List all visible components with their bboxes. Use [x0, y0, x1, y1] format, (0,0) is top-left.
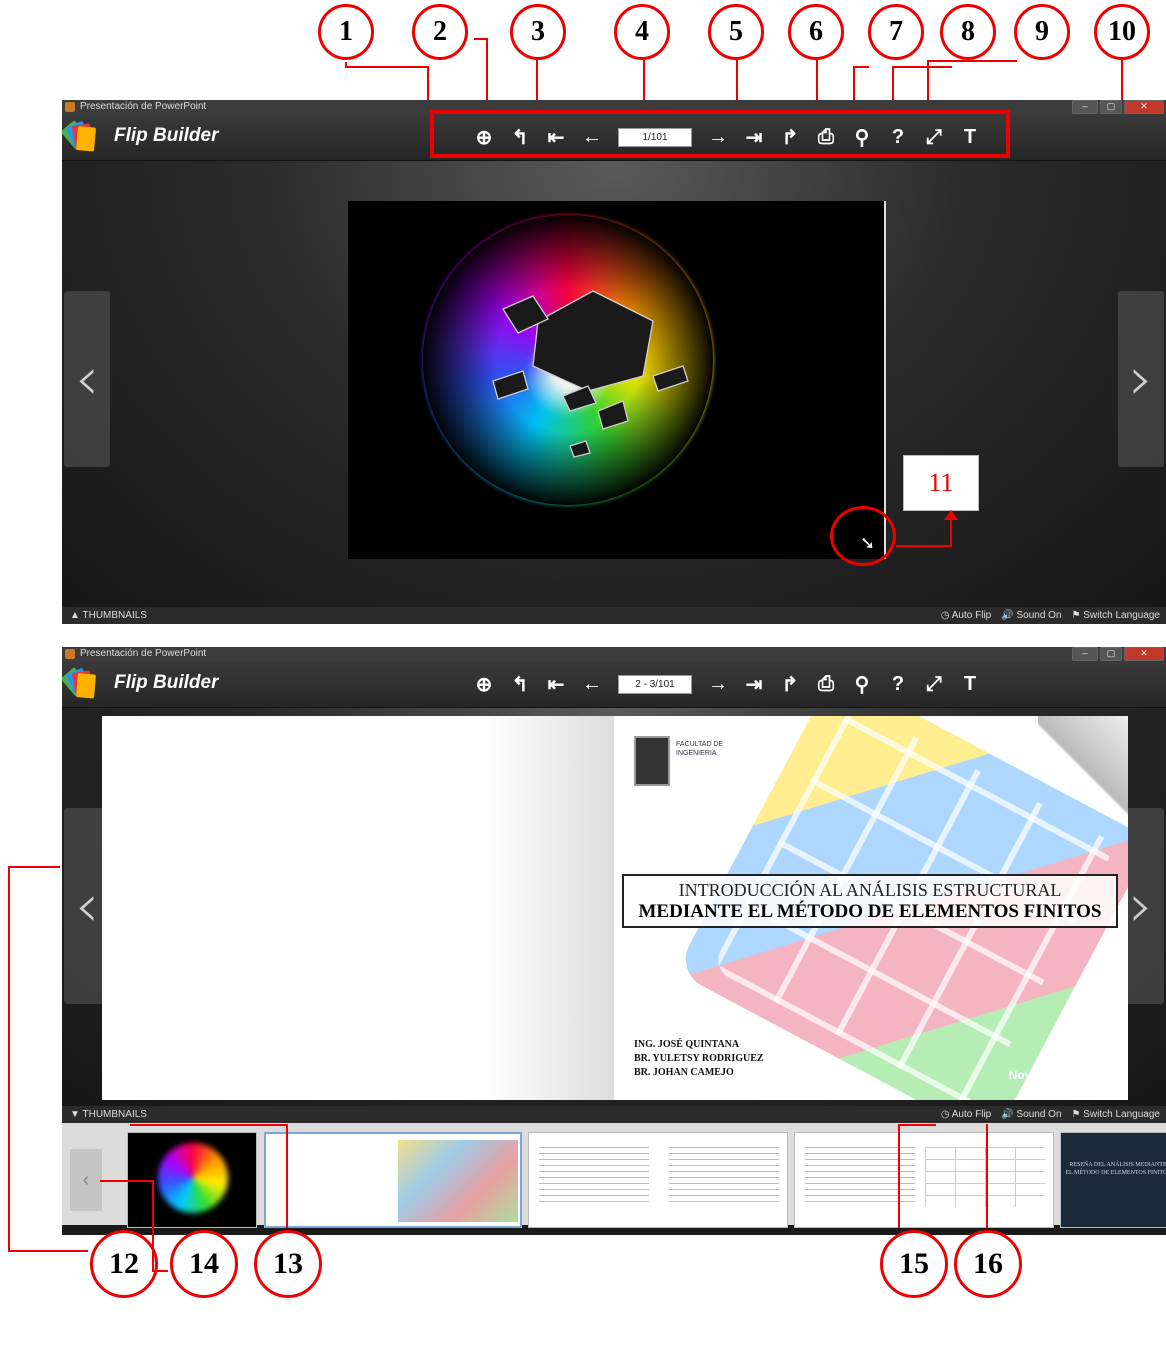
callout-4: 4: [614, 4, 670, 60]
thumbnails-label: THUMBNAILS: [82, 610, 147, 621]
auto-flip-label-2: Auto Flip: [951, 1109, 992, 1120]
auto-flip-label: Auto Flip: [951, 610, 992, 621]
cubes-graphic: [492, 290, 689, 458]
previous-page-icon-2[interactable]: ←: [574, 670, 610, 698]
toolbar-highlight-box: [430, 110, 1010, 158]
callout-9: 9: [1014, 4, 1070, 60]
thumbnail-page-6-7[interactable]: [794, 1132, 1054, 1228]
flip-builder-logo: Flip Builder: [62, 120, 219, 152]
author-3: BR. JOHAN CAMEJO: [634, 1067, 734, 1078]
right-page[interactable]: FACULTAD DE INGENIERIA INTRODUCCIÓN AL A…: [614, 716, 1128, 1100]
callout-10: 10: [1094, 4, 1150, 60]
date-label: Noviembre, 2016: [1008, 1068, 1104, 1082]
callout-5: 5: [708, 4, 764, 60]
bottom-bar: ▲ THUMBNAILS ◷ Auto Flip 🔊 Sound On ⚑ Sw…: [62, 607, 1166, 624]
university-seal: [634, 736, 670, 786]
page-number-input-2[interactable]: 2 - 3/101: [618, 674, 692, 694]
book-title-line-1: INTRODUCCIÓN AL ANÁLISIS ESTRUCTURAL: [678, 880, 1062, 900]
thumbnails-toggle-2[interactable]: ▼ THUMBNAILS: [70, 1106, 147, 1123]
sound-button[interactable]: 🔊 Sound On: [1001, 607, 1061, 624]
next-arrow-button[interactable]: ›: [1118, 291, 1164, 467]
cover-page[interactable]: [348, 201, 886, 559]
author-1: ING. JOSÉ QUINTANA: [634, 1039, 740, 1050]
last-page-icon-2[interactable]: ⇥: [736, 670, 772, 698]
book-stage: ‹ ›: [62, 161, 1166, 607]
thumbnails-label-2: THUMBNAILS: [82, 1109, 147, 1120]
maximize-button[interactable]: ▢: [1100, 100, 1122, 114]
author-2: BR. YULETSY RODRIGUEZ: [634, 1053, 764, 1064]
callout-1: 1: [318, 4, 374, 60]
flipbook-window-bottom: Presentación de PowerPoint – ▢ ✕ Flip Bu…: [62, 647, 1166, 1235]
next-page-icon-2[interactable]: →: [700, 670, 736, 698]
flip-builder-logo-2: Flip Builder: [62, 667, 219, 699]
switch-language-label: Switch Language: [1083, 610, 1160, 621]
window-title-2: Presentación de PowerPoint: [80, 648, 207, 659]
thumbnail-last-title: RESEÑA DEL ANÁLISIS MEDIANTE EL MÉTODO D…: [1065, 1162, 1166, 1176]
print-icon-2[interactable]: ⎙: [808, 670, 844, 698]
auto-flip-button[interactable]: ◷ Auto Flip: [941, 607, 991, 624]
sound-label: Sound On: [1016, 610, 1062, 621]
title-bar-2: Presentación de PowerPoint – ▢ ✕: [62, 647, 1166, 661]
callout-14: 14: [170, 1230, 238, 1298]
callout-11: 11: [903, 455, 979, 511]
window-title: Presentación de PowerPoint: [80, 101, 207, 112]
thumbnails-toggle[interactable]: ▲ THUMBNAILS: [70, 607, 147, 624]
callout-3: 3: [510, 4, 566, 60]
thumbnail-page-8-9[interactable]: RESEÑA DEL ANÁLISIS MEDIANTE EL MÉTODO D…: [1060, 1132, 1166, 1228]
switch-language-button-2[interactable]: ⚑ Switch Language: [1072, 1106, 1160, 1123]
minimize-button-2[interactable]: –: [1072, 647, 1098, 661]
logo-icon-2: [62, 667, 106, 699]
logo-text: Flip Builder: [114, 125, 219, 146]
thumbnail-page-2-3[interactable]: [264, 1132, 522, 1228]
search-icon-2[interactable]: ⚲: [844, 670, 880, 698]
switch-language-label-2: Switch Language: [1083, 1109, 1160, 1120]
toolbar-2: Flip Builder ⊕ ↰ ⇤ ← 2 - 3/101 → ⇥ ↱ ⎙ ⚲…: [62, 661, 1166, 708]
logo-icon: [62, 120, 106, 152]
text-icon-2[interactable]: T: [952, 670, 988, 698]
logo-text-2: Flip Builder: [114, 672, 219, 693]
switch-language-button[interactable]: ⚑ Switch Language: [1072, 607, 1160, 624]
minimize-button[interactable]: –: [1072, 100, 1098, 114]
help-icon-2[interactable]: ?: [880, 670, 916, 698]
bottom-bar-2: ▼ THUMBNAILS ◷ Auto Flip 🔊 Sound On ⚑ Sw…: [62, 1106, 1166, 1123]
title-box: INTRODUCCIÓN AL ANÁLISIS ESTRUCTURAL MED…: [622, 874, 1118, 928]
callout-6: 6: [788, 4, 844, 60]
callout-7: 7: [868, 4, 924, 60]
powerpoint-icon-2: [65, 649, 75, 659]
thumbnail-page-4-5[interactable]: [528, 1132, 788, 1228]
thumbnail-scroll-left-button[interactable]: ‹: [70, 1149, 102, 1211]
undo-icon-2[interactable]: ↰: [502, 670, 538, 698]
callout-8: 8: [940, 4, 996, 60]
maximize-button-2[interactable]: ▢: [1100, 647, 1122, 661]
book-title-line-2: MEDIANTE EL MÉTODO DE ELEMENTOS FINITOS: [638, 901, 1102, 922]
powerpoint-icon: [65, 102, 75, 112]
flipbook-window-top: Presentación de PowerPoint – ▢ ✕ Flip Bu…: [62, 100, 1166, 624]
callout-2: 2: [412, 4, 468, 60]
callout-15: 15: [880, 1230, 948, 1298]
previous-arrow-button[interactable]: ‹: [64, 291, 110, 467]
close-button-2[interactable]: ✕: [1124, 647, 1164, 661]
close-button[interactable]: ✕: [1124, 100, 1164, 114]
first-page-icon-2[interactable]: ⇤: [538, 670, 574, 698]
page-corner-arrow-icon: ➘: [860, 533, 876, 553]
callout-12: 12: [90, 1230, 158, 1298]
callout-16: 16: [954, 1230, 1022, 1298]
fullscreen-icon-2[interactable]: ⤢: [916, 670, 952, 698]
faculty-logo: FACULTAD DE INGENIERIA: [676, 741, 724, 757]
page-curl[interactable]: [1038, 716, 1128, 826]
zoom-in-icon-2[interactable]: ⊕: [466, 670, 502, 698]
authors: ING. JOSÉ QUINTANA BR. YULETSY RODRIGUEZ…: [634, 1038, 764, 1080]
auto-flip-button-2[interactable]: ◷ Auto Flip: [941, 1106, 991, 1123]
callout-13: 13: [254, 1230, 322, 1298]
sound-label-2: Sound On: [1016, 1109, 1062, 1120]
thumbnail-strip: ‹ RESEÑA DEL ANÁLISIS MEDIANTE EL MÉTODO…: [62, 1123, 1166, 1228]
redo-icon-2[interactable]: ↱: [772, 670, 808, 698]
sound-button-2[interactable]: 🔊 Sound On: [1001, 1106, 1061, 1123]
book-stage-2: ‹ › FACULTAD DE INGENIERIA INTRODUCCIÓN …: [62, 708, 1166, 1106]
left-page[interactable]: [102, 716, 614, 1100]
